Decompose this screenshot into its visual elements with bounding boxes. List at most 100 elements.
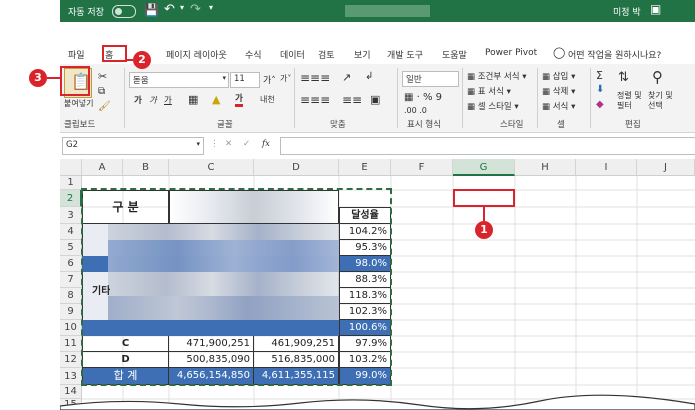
row-header-13[interactable]: 13	[60, 368, 82, 385]
merge-center-icon[interactable]: ▣	[370, 93, 380, 106]
insert-function-button[interactable]: fx	[262, 139, 270, 149]
ribbon-tabs: 파일 홈 페이지 레이아웃 수식 데이터 검토 보기 개발 도구 도움말 Pow…	[60, 44, 695, 64]
tab-power-pivot[interactable]: Power Pivot	[485, 48, 537, 58]
font-size-select[interactable]: 11	[230, 72, 260, 88]
enter-icon[interactable]: ✓	[243, 139, 250, 149]
customize-qat-icon[interactable]: ▾	[209, 3, 213, 12]
row-header-9[interactable]: 9	[60, 304, 82, 320]
find-select-button[interactable]: 찾기 및 선택	[648, 91, 678, 111]
col-header-a[interactable]: A	[82, 159, 123, 176]
table-format-button[interactable]: ▦ 표 서식 ▾	[467, 85, 511, 97]
indent-icon[interactable]: ≡≡	[342, 93, 362, 107]
insert-button[interactable]: ▦ 삽입 ▾	[542, 70, 575, 82]
row-header-5[interactable]: 5	[60, 240, 82, 256]
row-header-3[interactable]: 3	[60, 207, 82, 224]
font-name-value: 돋움	[133, 76, 149, 86]
delete-label: 삭제	[552, 87, 569, 97]
undo-dropdown-icon[interactable]: ▾	[180, 3, 184, 12]
select-all-corner[interactable]	[60, 159, 82, 176]
tab-developer[interactable]: 개발 도구	[387, 48, 423, 61]
tab-view[interactable]: 보기	[354, 48, 371, 61]
font-color-icon[interactable]: 가	[235, 92, 243, 107]
row-header-4[interactable]: 4	[60, 224, 82, 240]
clear-icon[interactable]: ◆	[596, 99, 604, 110]
fill-icon[interactable]: ⬇	[596, 84, 604, 95]
redo-icon[interactable]: ↷	[190, 2, 201, 17]
currency-icon[interactable]: ▦ · % 9	[404, 92, 442, 103]
row-header-10[interactable]: 10	[60, 320, 82, 336]
col-header-e[interactable]: E	[339, 159, 391, 176]
options-icon: ⋮	[210, 139, 219, 149]
group-number-label: 표시 형식	[407, 120, 441, 130]
format-button[interactable]: ▦ 서식 ▾	[542, 100, 575, 112]
row-header-11[interactable]: 11	[60, 336, 82, 352]
row-header-6[interactable]: 6	[60, 256, 82, 272]
align-top-icon[interactable]: ≡≡≡	[300, 71, 330, 85]
underline-icon[interactable]: 가	[164, 94, 172, 106]
fill-color-icon[interactable]: ▲	[212, 93, 220, 106]
cell-style-label: 셀 스타일	[477, 102, 512, 112]
col-header-d[interactable]: D	[254, 159, 339, 176]
tab-formulas[interactable]: 수식	[245, 48, 262, 61]
cell-style-button[interactable]: ▦ 셀 스타일 ▾	[467, 100, 519, 112]
row-header-1[interactable]: 1	[60, 176, 82, 190]
cancel-icon[interactable]: ✕	[225, 139, 232, 149]
sort-filter-icon[interactable]: ⇅	[618, 70, 629, 85]
group-styles-label: 스타일	[500, 120, 524, 130]
border-icon[interactable]: ▦	[188, 93, 198, 106]
bold-icon[interactable]: 가	[134, 94, 142, 106]
conditional-format-button[interactable]: ▦ 조건부 서식 ▾	[467, 70, 527, 82]
number-format-select[interactable]: 일반	[402, 71, 459, 87]
col-header-i[interactable]: I	[576, 159, 637, 176]
tab-page-layout[interactable]: 페이지 레이아웃	[166, 48, 227, 61]
row-header-8[interactable]: 8	[60, 288, 82, 304]
orientation-icon[interactable]: ↗	[342, 71, 351, 84]
col-header-j[interactable]: J	[637, 159, 695, 176]
font-size-value: 11	[234, 74, 245, 84]
decimal-icon[interactable]: .00 .0	[404, 106, 427, 115]
col-header-g[interactable]: G	[453, 159, 515, 176]
undo-icon[interactable]: ↶	[164, 2, 175, 17]
autosum-icon[interactable]: Σ	[596, 69, 603, 82]
delete-button[interactable]: ▦ 삭제 ▾	[542, 85, 575, 97]
callout-badge-1: 1	[475, 221, 493, 239]
col-header-c[interactable]: C	[169, 159, 254, 176]
ribbon-display-icon[interactable]: ▣	[650, 2, 661, 16]
col-header-b[interactable]: B	[123, 159, 169, 176]
autosave-toggle[interactable]	[112, 5, 136, 18]
name-box[interactable]: G2 ▾	[62, 137, 204, 155]
user-name: 미정 박	[613, 8, 641, 18]
wrap-text-icon[interactable]: ↲	[365, 71, 373, 82]
tell-me-box[interactable]: 어떤 작업을 원하시나요?	[568, 48, 661, 61]
save-icon[interactable]: 💾	[144, 3, 159, 17]
selected-cell-g2[interactable]	[453, 189, 515, 207]
tab-help[interactable]: 도움말	[442, 48, 467, 61]
format-painter-icon[interactable]: 🖌	[98, 101, 111, 112]
delete-icon: ▦	[542, 87, 551, 97]
tab-file[interactable]: 파일	[68, 48, 85, 61]
increase-font-icon[interactable]: 가˄	[263, 73, 276, 86]
phonetic-icon[interactable]: 내천	[260, 94, 275, 105]
col-header-f[interactable]: F	[391, 159, 453, 176]
formula-input[interactable]	[280, 137, 695, 155]
sort-filter-button[interactable]: 정렬 및 필터	[617, 91, 647, 111]
italic-icon[interactable]: 가	[149, 94, 157, 106]
row-header-12[interactable]: 12	[60, 352, 82, 368]
cut-icon[interactable]: ✂	[98, 70, 107, 83]
col-header-h[interactable]: H	[515, 159, 576, 176]
callout-line	[47, 77, 60, 79]
cell-style-icon: ▦	[467, 102, 476, 112]
tab-data[interactable]: 데이터	[280, 48, 305, 61]
copy-icon[interactable]: ⧉	[98, 86, 105, 97]
decrease-font-icon[interactable]: 가˅	[280, 73, 291, 84]
row-header-2[interactable]: 2	[60, 190, 82, 207]
row-header-7[interactable]: 7	[60, 272, 82, 288]
callout-line	[127, 59, 133, 61]
find-icon[interactable]: ⚲	[652, 68, 663, 86]
separator	[590, 68, 591, 128]
lightbulb-icon: ◯	[553, 46, 566, 59]
tab-review[interactable]: 검토	[318, 48, 335, 61]
align-left-icon[interactable]: ≡≡≡	[300, 93, 330, 107]
font-name-select[interactable]: 돋움 ▾	[129, 72, 229, 88]
group-clipboard-label: 클립보드	[64, 120, 96, 130]
